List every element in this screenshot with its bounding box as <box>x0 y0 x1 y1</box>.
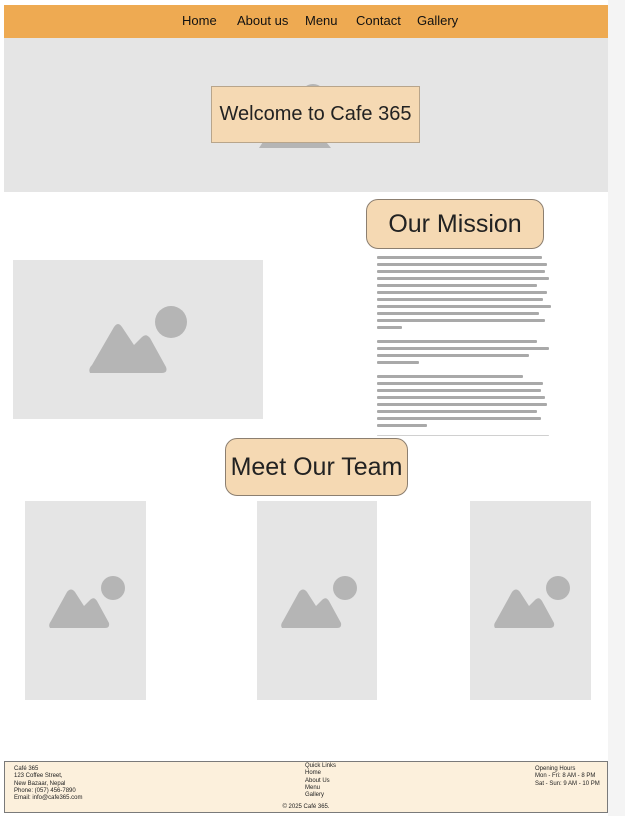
footer-brand: Café 365 <box>14 766 39 772</box>
team-member-photo <box>470 501 591 700</box>
footer-hours-title: Opening Hours <box>535 766 576 772</box>
footer-hours-weekend: Sat - Sun: 9 AM - 10 PM <box>535 780 600 787</box>
footer-link-home[interactable]: Home <box>305 770 336 777</box>
footer-link-gallery[interactable]: Gallery <box>305 792 336 799</box>
footer: Café 365 123 Coffee Street, New Bazaar, … <box>4 761 608 813</box>
image-placeholder-icon <box>89 306 187 373</box>
nav-about-link[interactable]: About us <box>237 13 288 28</box>
team-heading: Meet Our Team <box>225 438 408 496</box>
footer-link-about[interactable]: About Us <box>305 778 336 785</box>
mission-text <box>377 256 552 440</box>
mission-heading: Our Mission <box>366 199 544 249</box>
hero-banner: Welcome to Cafe 365 <box>4 38 608 192</box>
footer-quick-links: Quick Links Home About Us Menu Gallery <box>305 763 336 799</box>
footer-email: Email: info@cafe365.com <box>14 795 83 802</box>
nav-bar: Home About us Menu Contact Gallery <box>4 5 608 38</box>
footer-address-line: 123 Coffee Street, <box>14 773 63 780</box>
nav-menu-link[interactable]: Menu <box>305 13 338 28</box>
scrollbar[interactable] <box>608 0 625 816</box>
footer-hours-weekday: Mon - Fri: 8 AM - 8 PM <box>535 773 596 780</box>
footer-link-menu[interactable]: Menu <box>305 785 336 792</box>
mission-image <box>13 260 263 419</box>
footer-address-line: New Bazaar, Nepal <box>14 780 66 787</box>
image-placeholder-icon <box>281 576 357 628</box>
hero-title: Welcome to Cafe 365 <box>211 86 420 143</box>
nav-home-link[interactable]: Home <box>182 13 217 28</box>
nav-contact-link[interactable]: Contact <box>356 13 401 28</box>
team-member-photo <box>25 501 146 700</box>
page: Home About us Menu Contact Gallery Welco… <box>4 5 608 813</box>
image-placeholder-icon <box>494 576 570 628</box>
footer-phone: Phone: (057) 456-7890 <box>14 787 76 794</box>
footer-hours: Opening Hours Mon - Fri: 8 AM - 8 PM Sat… <box>535 766 600 788</box>
footer-copyright: © 2025 Café 365. <box>282 804 330 810</box>
footer-contact: Café 365 123 Coffee Street, New Bazaar, … <box>14 766 82 802</box>
team-member-photo <box>257 501 377 700</box>
nav-gallery-link[interactable]: Gallery <box>417 13 458 28</box>
image-placeholder-icon <box>49 576 125 628</box>
footer-quick-links-title: Quick Links <box>305 763 337 769</box>
